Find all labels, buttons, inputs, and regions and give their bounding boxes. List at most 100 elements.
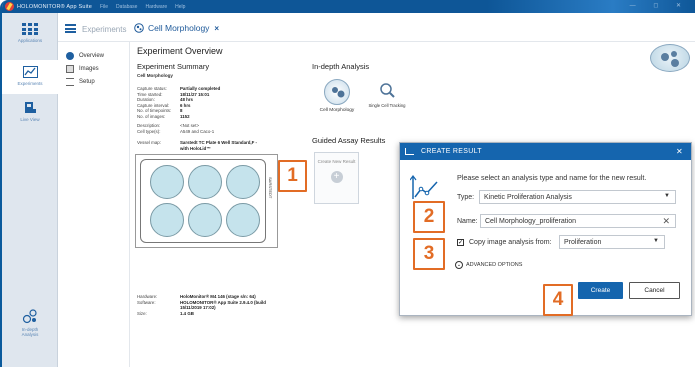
- well-b2[interactable]: [188, 203, 222, 237]
- app-rail: Applications Experiments Live View In-de…: [2, 13, 58, 367]
- name-input[interactable]: Cell Morphology_proliferation ✕: [480, 214, 676, 228]
- name-label: Name:: [457, 218, 478, 225]
- tab-close-icon[interactable]: ×: [214, 24, 219, 33]
- experiment-type-icon: [650, 44, 690, 72]
- analysis-label: Single Cell Tracking: [368, 103, 406, 108]
- setup-icon: [66, 78, 74, 86]
- well-a1[interactable]: [150, 165, 184, 199]
- copy-source-value: Proliferation: [564, 238, 602, 246]
- copy-analysis-checkbox[interactable]: ✓: [457, 239, 464, 246]
- experiment-name: Cell Morphology: [137, 73, 173, 78]
- well-b1[interactable]: [150, 203, 184, 237]
- vessel-key: Vessel map:: [137, 140, 161, 145]
- dialog-prompt: Please select an analysis type and name …: [457, 173, 647, 182]
- rail-item-live-view[interactable]: Live View: [2, 101, 58, 122]
- images-icon: [66, 65, 74, 73]
- type-value: Kinetic Proliferation Analysis: [484, 193, 572, 201]
- advanced-options-label: ADVANCED OPTIONS: [466, 262, 523, 268]
- callout-2: 2: [413, 201, 445, 233]
- dialog-header: CREATE RESULT ✕: [400, 143, 691, 160]
- plate-outline: [140, 159, 266, 243]
- nav-label-setup: Setup: [79, 79, 95, 85]
- tab-cell-morphology[interactable]: Cell Morphology ×: [134, 23, 219, 33]
- type-select[interactable]: Kinetic Proliferation Analysis ▼: [479, 190, 676, 204]
- nav-item-setup[interactable]: Setup: [58, 76, 129, 88]
- advanced-options-toggle[interactable]: ⌄ ADVANCED OPTIONS: [455, 261, 522, 269]
- page-title: Experiment Overview: [137, 46, 223, 56]
- nav-item-overview[interactable]: Overview: [58, 50, 129, 62]
- tab-label: Cell Morphology: [148, 23, 210, 33]
- field-value: 1152: [180, 114, 190, 119]
- field-key: Software:: [137, 299, 156, 305]
- rail-label-live-view: Live View: [20, 117, 40, 122]
- plate-brand-label: SARSTEDT: [268, 177, 273, 199]
- field-key: Size:: [137, 311, 147, 316]
- window-controls[interactable]: — ◻ ✕: [630, 2, 689, 9]
- nav-label-overview: Overview: [79, 53, 105, 59]
- app-title: HOLOMONITOR® App Suite: [17, 3, 92, 10]
- hamburger-menu-icon[interactable]: [65, 24, 76, 33]
- create-new-result-tile[interactable]: Create New Result +: [314, 152, 359, 204]
- top-bar: Experiments Cell Morphology ×: [58, 13, 695, 42]
- analysis-icon: [22, 308, 38, 324]
- field-key: No. of images:: [137, 114, 166, 119]
- apps-grid-icon: [22, 23, 38, 35]
- well-b3[interactable]: [226, 203, 260, 237]
- rail-item-experiments[interactable]: Experiments: [2, 60, 58, 94]
- copy-analysis-label: Copy image analysis from:: [469, 239, 552, 246]
- callout-1: 1: [278, 160, 307, 192]
- rail-item-in-depth[interactable]: In-depth Analysis: [2, 308, 58, 337]
- well-a2[interactable]: [188, 165, 222, 199]
- cancel-button[interactable]: Cancel: [629, 282, 680, 299]
- menu-database[interactable]: Database: [116, 4, 137, 10]
- cells-icon: [134, 23, 144, 33]
- rail-label-applications: Applications: [17, 38, 43, 43]
- menu-file[interactable]: File: [100, 4, 108, 10]
- tracking-icon: [379, 82, 395, 98]
- create-tile-label: Create New Result: [317, 159, 356, 164]
- vessel-value: Sarstedt TC Plate 6 Well Standard,F - wi…: [180, 140, 258, 151]
- title-bar: HOLOMONITOR® App Suite File Database Har…: [2, 0, 695, 13]
- field-key: Cell type(s):: [137, 128, 161, 134]
- expand-circle-icon: ⌄: [455, 261, 463, 269]
- analysis-label: Cell Morphology: [319, 108, 355, 113]
- well-a3[interactable]: [226, 165, 260, 199]
- nav-item-images[interactable]: Images: [58, 63, 129, 75]
- chevron-down-icon: ▼: [653, 238, 659, 244]
- analysis-cell-morphology[interactable]: Cell Morphology: [312, 79, 362, 113]
- name-value: Cell Morphology_proliferation: [485, 217, 577, 225]
- info-icon: [66, 52, 74, 60]
- cell-morphology-icon: [324, 79, 350, 105]
- field-value: 1.4 GB: [180, 311, 194, 316]
- type-label: Type:: [457, 194, 475, 201]
- in-depth-analysis-title: In-depth Analysis: [312, 62, 370, 71]
- summary-title: Experiment Summary: [137, 62, 210, 71]
- experiment-nav: Overview Images Setup: [58, 42, 130, 367]
- chart-icon: [405, 148, 414, 155]
- breadcrumb-experiments[interactable]: Experiments: [82, 25, 126, 34]
- vessel-map[interactable]: SARSTEDT: [135, 154, 278, 248]
- dialog-close-icon[interactable]: ✕: [676, 147, 683, 156]
- guided-assay-title: Guided Assay Results: [312, 136, 386, 145]
- app-logo-icon: [5, 2, 14, 11]
- field-value: HOLOMONITOR® App Suite 2.9.4.0 (build 15…: [180, 299, 266, 311]
- menu-help[interactable]: Help: [175, 4, 185, 10]
- chevron-down-icon: ▼: [664, 193, 670, 199]
- growth-chart-icon: [410, 175, 438, 199]
- field-value: A549 and Caco-1: [180, 128, 215, 134]
- microscope-icon: [23, 101, 38, 114]
- callout-3: 3: [413, 238, 445, 270]
- app-window: HOLOMONITOR® App Suite File Database Har…: [0, 0, 695, 367]
- callout-4: 4: [543, 284, 573, 316]
- clear-icon[interactable]: ✕: [662, 216, 670, 227]
- create-button[interactable]: Create: [578, 282, 623, 299]
- rail-label-experiments: Experiments: [17, 81, 43, 86]
- rail-item-applications[interactable]: Applications: [2, 23, 58, 43]
- chart-icon: [22, 66, 38, 78]
- plus-icon: +: [330, 170, 343, 183]
- analysis-single-cell-tracking[interactable]: Single Cell Tracking: [368, 82, 406, 108]
- menu-hardware[interactable]: Hardware: [145, 4, 167, 10]
- nav-label-images: Images: [79, 66, 99, 72]
- rail-label-in-depth: In-depth Analysis: [21, 327, 39, 337]
- copy-source-select[interactable]: Proliferation ▼: [559, 235, 665, 249]
